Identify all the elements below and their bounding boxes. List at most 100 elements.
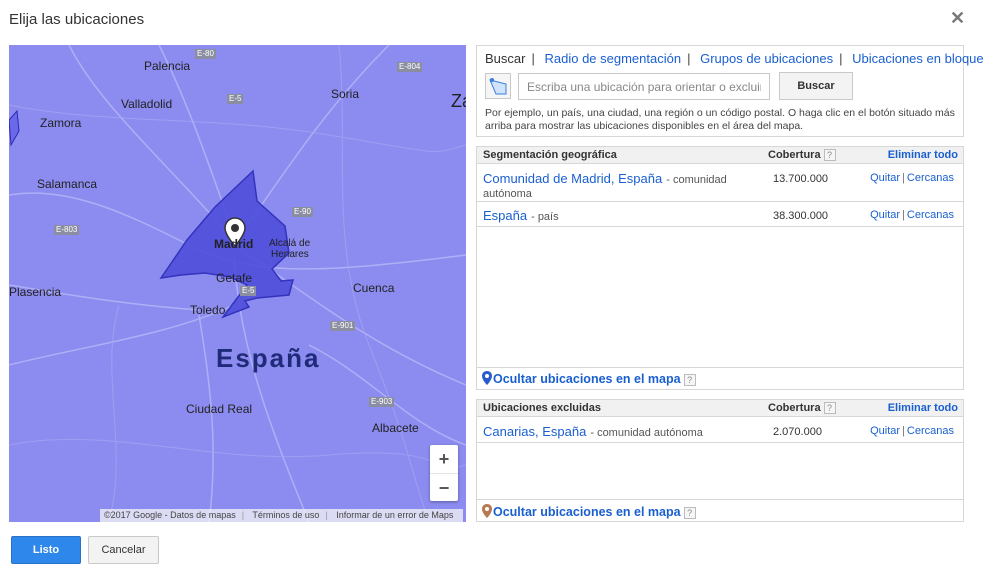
coverage-header: Cobertura? — [768, 149, 836, 161]
search-button[interactable]: Buscar — [779, 72, 853, 100]
dialog-title: Elija las ubicaciones — [9, 11, 145, 28]
geo-targeting-panel: Segmentación geográfica Cobertura? Elimi… — [476, 146, 964, 390]
row-actions: Quitar | Cercanas — [870, 209, 954, 221]
city-label: Plasencia — [9, 285, 62, 299]
map-pin-icon — [482, 371, 492, 385]
tab-location-groups[interactable]: Grupos de ubicaciones — [700, 51, 833, 66]
road-label: E-903 — [369, 397, 395, 407]
road-label: E-5 — [240, 286, 257, 296]
tab-separator: | — [687, 51, 691, 66]
location-entry: Comunidad de Madrid, España - comunidad — [483, 171, 727, 186]
action-separator: | — [902, 172, 905, 184]
location-type-continued: autónoma — [483, 188, 532, 200]
city-label: Cuenca — [353, 281, 395, 295]
coverage-header: Cobertura? — [768, 402, 836, 414]
tab-radius[interactable]: Radio de segmentación — [544, 51, 681, 66]
hide-excluded-locations-link[interactable]: Ocultar ubicaciones en el mapa? — [482, 504, 696, 519]
city-label: Henares — [271, 249, 309, 260]
excluded-table-header: Ubicaciones excluidas Cobertura? Elimina… — [477, 400, 963, 417]
map-pin-tool-button[interactable] — [485, 73, 511, 99]
location-entry: España - país — [483, 208, 559, 223]
city-label: Zamora — [40, 116, 82, 130]
table-row: Comunidad de Madrid, España - comunidad a… — [477, 165, 963, 202]
location-type: - comunidad autónoma — [590, 427, 703, 439]
map-report-error-link[interactable]: Informar de un error de Maps — [336, 510, 453, 520]
action-separator: | — [902, 209, 905, 221]
done-button[interactable]: Listo — [11, 536, 81, 564]
map-copyright: ©2017 Google - Datos de mapas — [104, 510, 236, 520]
nearby-link[interactable]: Cercanas — [907, 172, 954, 184]
location-entry: Canarias, España - comunidad autónoma — [483, 424, 703, 439]
tab-bulk-locations[interactable]: Ubicaciones en bloque — [852, 51, 984, 66]
action-separator: | — [902, 425, 905, 437]
road-label: E-803 — [54, 225, 80, 235]
help-icon[interactable]: ? — [683, 507, 696, 519]
remove-link[interactable]: Quitar — [870, 172, 900, 184]
road-label: E-901 — [330, 321, 356, 331]
hide-locations-label: Ocultar ubicaciones en el mapa — [493, 372, 681, 386]
nearby-link[interactable]: Cercanas — [907, 425, 954, 437]
city-label: Toledo — [190, 303, 226, 317]
zoom-in-button[interactable]: + — [430, 445, 458, 473]
location-name-link[interactable]: España — [483, 208, 527, 223]
location-coverage: 38.300.000 — [773, 210, 829, 222]
separator: | — [241, 510, 245, 520]
tab-buscar[interactable]: Buscar — [485, 51, 525, 66]
search-tabs: Buscar | Radio de segmentación | Grupos de… — [485, 51, 984, 66]
map-pin-icon — [482, 504, 492, 518]
help-icon[interactable]: ? — [823, 402, 836, 414]
map-pin-tool-icon — [489, 78, 507, 95]
table-row: Canarias, España - comunidad autónoma 2.0… — [477, 418, 963, 443]
road-label: E-804 — [397, 62, 423, 72]
location-name-link[interactable]: Canarias, España — [483, 424, 586, 439]
tab-separator: | — [839, 51, 843, 66]
help-icon[interactable]: ? — [683, 374, 696, 386]
map-attribution: ©2017 Google - Datos de mapas | Términos … — [100, 509, 464, 522]
city-label: Ciudad Real — [186, 402, 253, 416]
divider — [477, 499, 963, 500]
separator: | — [325, 510, 328, 520]
road-label: E-80 — [195, 49, 216, 59]
search-input[interactable] — [518, 73, 770, 100]
city-label: Madrid — [214, 237, 254, 251]
map[interactable]: Palencia Valladolid Soria Zamora Salaman… — [9, 45, 466, 522]
tab-separator: | — [531, 51, 535, 66]
excluded-locations-panel: Ubicaciones excluidas Cobertura? Elimina… — [476, 399, 964, 522]
remove-link[interactable]: Quitar — [870, 209, 900, 221]
zoom-out-button[interactable]: − — [430, 473, 458, 501]
location-type: - comunidad — [666, 174, 727, 186]
zoom-control: + − — [430, 445, 458, 501]
city-label: Valladolid — [121, 97, 173, 111]
nearby-link[interactable]: Cercanas — [907, 209, 954, 221]
table-row: España - país 38.300.000 Quitar | Cercanas — [477, 202, 963, 227]
hide-locations-link[interactable]: Ocultar ubicaciones en el mapa? — [482, 371, 696, 386]
city-label: Palencia — [144, 59, 191, 73]
row-actions: Quitar | Cercanas — [870, 172, 954, 184]
clear-all-excluded-link[interactable]: Eliminar todo — [888, 402, 958, 414]
cancel-button[interactable]: Cancelar — [88, 536, 159, 564]
excluded-header-title: Ubicaciones excluidas — [483, 402, 601, 414]
search-hint: Por ejemplo, un país, una ciudad, una re… — [485, 107, 955, 132]
coverage-header-label: Cobertura — [768, 402, 821, 414]
road-label: E-5 — [227, 94, 244, 104]
divider — [477, 367, 963, 368]
location-coverage: 13.700.000 — [773, 173, 829, 185]
city-label: Albacete — [372, 421, 419, 435]
row-actions: Quitar | Cercanas — [870, 425, 954, 437]
road-label: E-90 — [292, 207, 313, 217]
remove-link[interactable]: Quitar — [870, 425, 900, 437]
city-label: Salamanca — [37, 177, 98, 191]
geo-table-header: Segmentación geográfica Cobertura? Elimi… — [477, 147, 963, 164]
help-icon[interactable]: ? — [823, 149, 836, 161]
map-terms-link[interactable]: Términos de uso — [252, 510, 319, 520]
coverage-header-label: Cobertura — [768, 149, 821, 161]
city-label: Soria — [331, 87, 360, 101]
search-panel: Buscar | Radio de segmentación | Grupos de… — [476, 45, 984, 137]
city-label: Alcalá de — [269, 238, 311, 249]
location-name-link[interactable]: Comunidad de Madrid, España — [483, 171, 662, 186]
city-label: Za — [451, 91, 466, 111]
close-icon[interactable]: ✕ — [950, 8, 965, 29]
clear-all-targeting-link[interactable]: Eliminar todo — [888, 149, 958, 161]
hide-locations-label: Ocultar ubicaciones en el mapa — [493, 505, 681, 519]
geo-header-title: Segmentación geográfica — [483, 149, 617, 161]
